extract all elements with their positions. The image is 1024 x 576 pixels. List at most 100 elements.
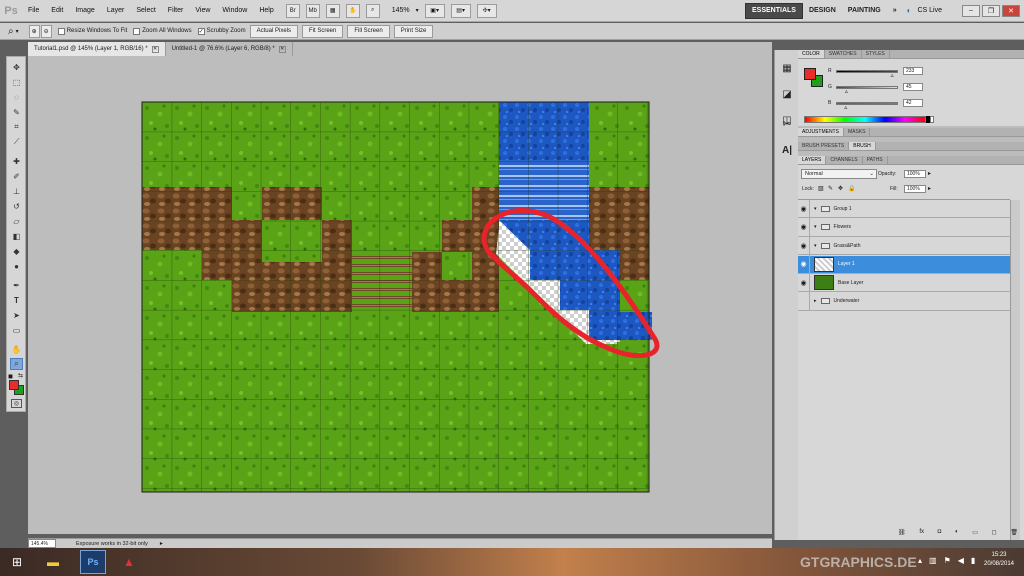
close-button[interactable]: ✕ — [1002, 4, 1020, 17]
blur-tool-icon[interactable]: ◆ — [10, 245, 23, 257]
chevron-right-icon[interactable]: ▸ — [814, 298, 817, 304]
shape-tool-icon[interactable]: ▭ — [10, 324, 23, 336]
photoshop-taskbar-button[interactable]: Ps — [80, 550, 106, 574]
workspace-essentials[interactable]: ESSENTIALS — [745, 2, 803, 19]
path-select-tool-icon[interactable]: ➤ — [10, 309, 23, 321]
g-value-field[interactable]: 45 — [903, 83, 923, 91]
tab-brush-presets[interactable]: BRUSH PRESETS — [798, 142, 850, 150]
layer-row[interactable]: ◉ ▾ Group 1 — [798, 199, 1010, 218]
chevron-right-icon[interactable]: ▸ — [928, 185, 931, 192]
tab-color[interactable]: COLOR — [798, 50, 825, 58]
g-slider-handle[interactable]: ▵ — [845, 88, 848, 95]
lock-transparency-icon[interactable]: ▧ — [818, 185, 824, 192]
print-size-button[interactable]: Print Size — [393, 24, 434, 38]
quick-mask-icon[interactable]: ◎ — [11, 399, 22, 408]
restore-button[interactable]: ❐ — [982, 4, 1000, 17]
chevron-down-icon[interactable]: ▾ — [416, 7, 419, 14]
pen-tool-icon[interactable]: ✒ — [10, 279, 23, 291]
new-layer-icon[interactable]: ◻ — [992, 529, 997, 538]
scrubby-zoom-checkbox[interactable]: ✓ Scrubby Zoom — [197, 27, 246, 35]
eye-icon[interactable]: ◉ — [798, 255, 810, 273]
workspace-painting[interactable]: PAINTING — [842, 7, 887, 14]
eye-icon[interactable]: ◉ — [798, 199, 810, 218]
foreground-color-swatch[interactable] — [804, 68, 816, 80]
extras-button[interactable]: ✣▾ — [476, 3, 497, 18]
tab-layers[interactable]: LAYERS — [798, 156, 827, 164]
marquee-tool-icon[interactable]: ⬚ — [10, 76, 23, 88]
hand-tool-button[interactable]: ✋ — [345, 3, 360, 18]
foreground-color-swatch[interactable] — [9, 380, 19, 390]
dodge-tool-icon[interactable]: ● — [10, 260, 23, 272]
move-tool-icon[interactable]: ✥ — [10, 61, 23, 73]
mini-bridge-button[interactable]: Mb — [305, 3, 320, 18]
menu-filter[interactable]: Filter — [162, 7, 190, 14]
cs-live-button[interactable]: CS Live — [911, 7, 948, 14]
doc-tab-untitled[interactable]: Untitled-1 @ 76.6% (Layer 6, RGB/8) * ✕ — [166, 42, 293, 56]
clone-tool-icon[interactable]: ⊥ — [10, 185, 23, 197]
zoom-level[interactable]: 145% — [386, 7, 416, 14]
zoom-all-windows-checkbox[interactable]: Zoom All Windows — [133, 27, 192, 35]
tray-arrow-icon[interactable]: ▴ — [918, 556, 922, 565]
folder-icon[interactable]: ▭ — [972, 529, 978, 538]
chevron-down-icon[interactable]: ▾ — [814, 243, 817, 249]
menu-select[interactable]: Select — [130, 7, 161, 14]
screen-mode-button[interactable]: ▤▾ — [450, 3, 471, 18]
eye-icon[interactable]: ◉ — [798, 236, 810, 255]
resize-windows-checkbox[interactable]: Resize Windows To Fit — [57, 27, 127, 35]
swap-colors-icon[interactable]: ⇆ — [18, 372, 23, 379]
chevron-down-icon[interactable]: ▾ — [814, 224, 817, 230]
r-slider-handle[interactable]: ▵ — [891, 72, 894, 79]
healing-tool-icon[interactable]: ✚ — [10, 155, 23, 167]
bridge-button[interactable]: Br — [285, 3, 300, 18]
windows-start-icon[interactable]: ⊞ — [4, 550, 30, 574]
zoom-field[interactable]: 145.4% — [28, 539, 56, 548]
tools-presets-icon[interactable]: ✂ — [779, 116, 795, 132]
opacity-field[interactable]: 100% — [904, 170, 926, 178]
mini-bridge-icon[interactable]: ▦ — [779, 60, 795, 76]
fit-screen-button[interactable]: Fit Screen — [302, 24, 344, 38]
history-brush-tool-icon[interactable]: ↺ — [10, 200, 23, 212]
menu-image[interactable]: Image — [69, 7, 100, 14]
menu-view[interactable]: View — [189, 7, 216, 14]
menu-layer[interactable]: Layer — [101, 7, 131, 14]
layer-row[interactable]: ◉ Base Layer — [798, 273, 1010, 292]
fx-icon[interactable]: fx — [919, 529, 924, 538]
status-arrow-icon[interactable]: ▸ — [160, 540, 163, 547]
type-tool-icon[interactable]: T — [10, 294, 23, 306]
zoom-in-icon[interactable]: ⊕ — [28, 24, 40, 38]
visibility-toggle[interactable] — [798, 292, 810, 310]
tab-masks[interactable]: MASKS — [844, 128, 871, 136]
lock-pixels-icon[interactable]: ✎ — [828, 185, 833, 192]
tab-adjustments[interactable]: ADJUSTMENTS — [798, 128, 844, 136]
document-canvas[interactable] — [28, 56, 772, 534]
eye-icon[interactable]: ◉ — [798, 218, 810, 236]
zoom-tool-button[interactable]: ⌕ — [365, 3, 380, 18]
lock-position-icon[interactable]: ✥ — [838, 185, 843, 192]
eyedropper-tool-icon[interactable]: ⟋ — [10, 136, 23, 148]
actual-pixels-button[interactable]: Actual Pixels — [249, 24, 298, 38]
menu-edit[interactable]: Edit — [45, 7, 69, 14]
lasso-tool-icon[interactable]: ◌ — [10, 91, 23, 103]
tab-styles[interactable]: STYLES — [862, 50, 890, 58]
menu-window[interactable]: Window — [216, 7, 253, 14]
default-colors-icon[interactable]: ◼ — [8, 373, 13, 380]
layer-row[interactable]: ▸ Underwater — [798, 292, 1010, 311]
battery-icon[interactable]: ▮ — [971, 556, 975, 565]
menu-help[interactable]: Help — [253, 7, 279, 14]
view-extras-button[interactable]: ▦ — [325, 3, 340, 18]
layers-scrollbar[interactable] — [1010, 200, 1020, 540]
flag-icon[interactable]: ⚑ — [944, 556, 951, 565]
r-value-field[interactable]: 233 — [903, 67, 923, 75]
zoom-tool-icon[interactable]: ⌕ — [8, 26, 14, 37]
quick-select-tool-icon[interactable]: ✎ — [10, 106, 23, 118]
adjustment-icon[interactable]: ◐ — [955, 529, 959, 538]
trash-icon[interactable]: 🗑 — [1010, 529, 1018, 538]
canvas-area[interactable] — [28, 56, 772, 534]
clock[interactable]: 15:23 20/08/2014 — [978, 552, 1020, 567]
layer-row[interactable]: ◉ ▾ Flowers — [798, 218, 1010, 237]
arrange-documents-button[interactable]: ▣▾ — [424, 3, 445, 18]
tab-swatches[interactable]: SWATCHES — [825, 50, 862, 58]
doc-tab-tutorial1[interactable]: Tutorial1.psd @ 145% (Layer 1, RGB/16) *… — [28, 42, 166, 56]
mask-icon[interactable]: ◘ — [938, 529, 942, 538]
lock-all-icon[interactable]: 🔒 — [848, 185, 855, 192]
